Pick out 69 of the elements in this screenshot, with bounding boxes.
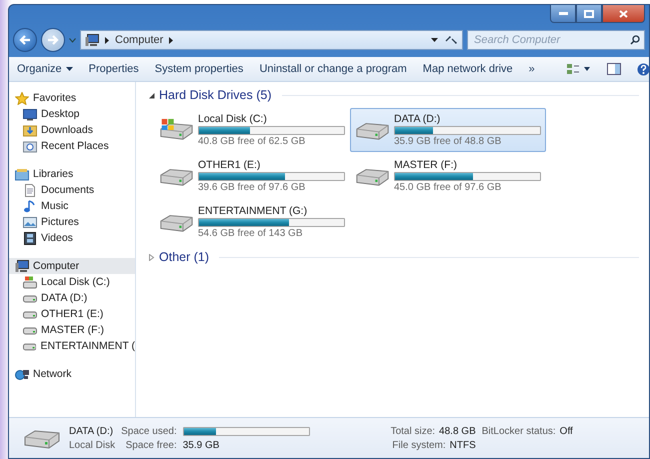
- drive-tile[interactable]: ENTERTAINMENT (G:) 54.6 GB free of 143 GB: [154, 200, 350, 244]
- drive-name: Local Disk (C:): [198, 113, 268, 125]
- toolbar-button[interactable]: System properties: [154, 63, 244, 75]
- navigation-item[interactable]: Pictures: [9, 214, 135, 230]
- navigation-item[interactable]: Local Disk (C:): [9, 274, 135, 290]
- navigation-item[interactable]: Recent Places: [9, 138, 135, 154]
- navigation-item[interactable]: Documents: [9, 182, 135, 198]
- navigation-item[interactable]: Videos: [9, 230, 135, 246]
- navigation-label: DATA (D:): [41, 292, 88, 304]
- drive-name: ENTERTAINMENT (G:): [198, 205, 308, 217]
- navigation-label: Videos: [41, 232, 73, 244]
- free-space-text: 40.8 GB free of 62.5 GB: [198, 136, 306, 147]
- navigation-item[interactable]: DATA (D:): [9, 290, 135, 306]
- field-value: Off: [560, 426, 573, 436]
- search-field[interactable]: Search Computer: [467, 30, 645, 50]
- navigation-label: Desktop: [41, 108, 80, 120]
- navigation-label: Local Disk (C:): [41, 276, 110, 288]
- group-heading[interactable]: Hard Disk Drives (5): [159, 88, 272, 102]
- field-label: Total size:: [390, 426, 436, 436]
- navigation-label: Network: [33, 368, 72, 380]
- navigation-item[interactable]: Network: [9, 366, 135, 382]
- field-label: Space used:: [121, 426, 177, 436]
- toolbar-button[interactable]: Map network drive: [422, 63, 513, 75]
- address-field[interactable]: Computer: [80, 30, 463, 50]
- field-label: File system:: [392, 440, 446, 450]
- free-space-text: 39.6 GB free of 97.6 GB: [198, 182, 306, 193]
- navigation-item[interactable]: OTHER1 (E:): [9, 306, 135, 322]
- navigation-item[interactable]: Desktop: [9, 106, 135, 122]
- navigation-label: Libraries: [33, 168, 74, 180]
- field-value: 48.8 GB: [439, 426, 476, 436]
- drive-type: Local Disk: [69, 440, 116, 450]
- navigation-label: Documents: [41, 184, 94, 196]
- free-space-text: 35.9 GB free of 48.8 GB: [394, 136, 502, 147]
- field-label: Space free:: [124, 440, 177, 450]
- toolbar-button[interactable]: Uninstall or change a program: [259, 63, 407, 75]
- navigation-label: ENTERTAINMENT (: [40, 340, 135, 352]
- navigation-item[interactable]: Favorites: [9, 90, 135, 106]
- drive-name: OTHER1 (E:): [198, 159, 262, 171]
- drive-name: DATA (D:): [394, 113, 442, 125]
- navigation-item[interactable]: Libraries: [9, 166, 135, 182]
- navigation-label: Music: [41, 200, 68, 212]
- navigation-item[interactable]: Music: [9, 198, 135, 214]
- navigation-label: Recent Places: [41, 140, 109, 152]
- field-value: 35.9 GB: [182, 440, 220, 450]
- navigation-label: Computer: [33, 260, 80, 272]
- field-value: NTFS: [450, 440, 476, 450]
- toolbar-button[interactable]: Properties: [88, 63, 139, 75]
- drive-tile[interactable]: Local Disk (C:) 40.8 GB free of 62.5 GB: [154, 108, 350, 152]
- drive-name: MASTER (F:): [394, 159, 458, 171]
- toolbar-button[interactable]: »: [528, 63, 535, 75]
- navigation-item[interactable]: ENTERTAINMENT (: [9, 338, 135, 354]
- drive-tile[interactable]: DATA (D:) 35.9 GB free of 48.8 GB: [350, 108, 546, 152]
- navigation-item[interactable]: MASTER (F:): [9, 322, 135, 338]
- free-space-text: 45.0 GB free of 97.6 GB: [394, 182, 502, 193]
- group-heading[interactable]: Other (1): [159, 250, 210, 264]
- drive-tile[interactable]: MASTER (F:) 45.0 GB free of 97.6 GB: [350, 154, 546, 198]
- navigation-label: Favorites: [33, 92, 76, 104]
- navigation-item[interactable]: Computer: [9, 258, 135, 274]
- free-space-text: 54.6 GB free of 143 GB: [198, 228, 304, 239]
- navigation-label: Downloads: [41, 124, 93, 136]
- drive-tile[interactable]: OTHER1 (E:) 39.6 GB free of 97.6 GB: [154, 154, 350, 198]
- navigation-label: MASTER (F:): [41, 324, 104, 336]
- navigation-label: Pictures: [41, 216, 79, 228]
- navigation-item[interactable]: Downloads: [9, 122, 135, 138]
- drive-name: DATA (D:): [69, 426, 114, 436]
- field-label: BitLocker status:: [482, 426, 556, 436]
- toolbar-button[interactable]: Organize: [17, 63, 73, 75]
- navigation-label: OTHER1 (E:): [41, 308, 104, 320]
- breadcrumb[interactable]: Computer: [115, 34, 164, 46]
